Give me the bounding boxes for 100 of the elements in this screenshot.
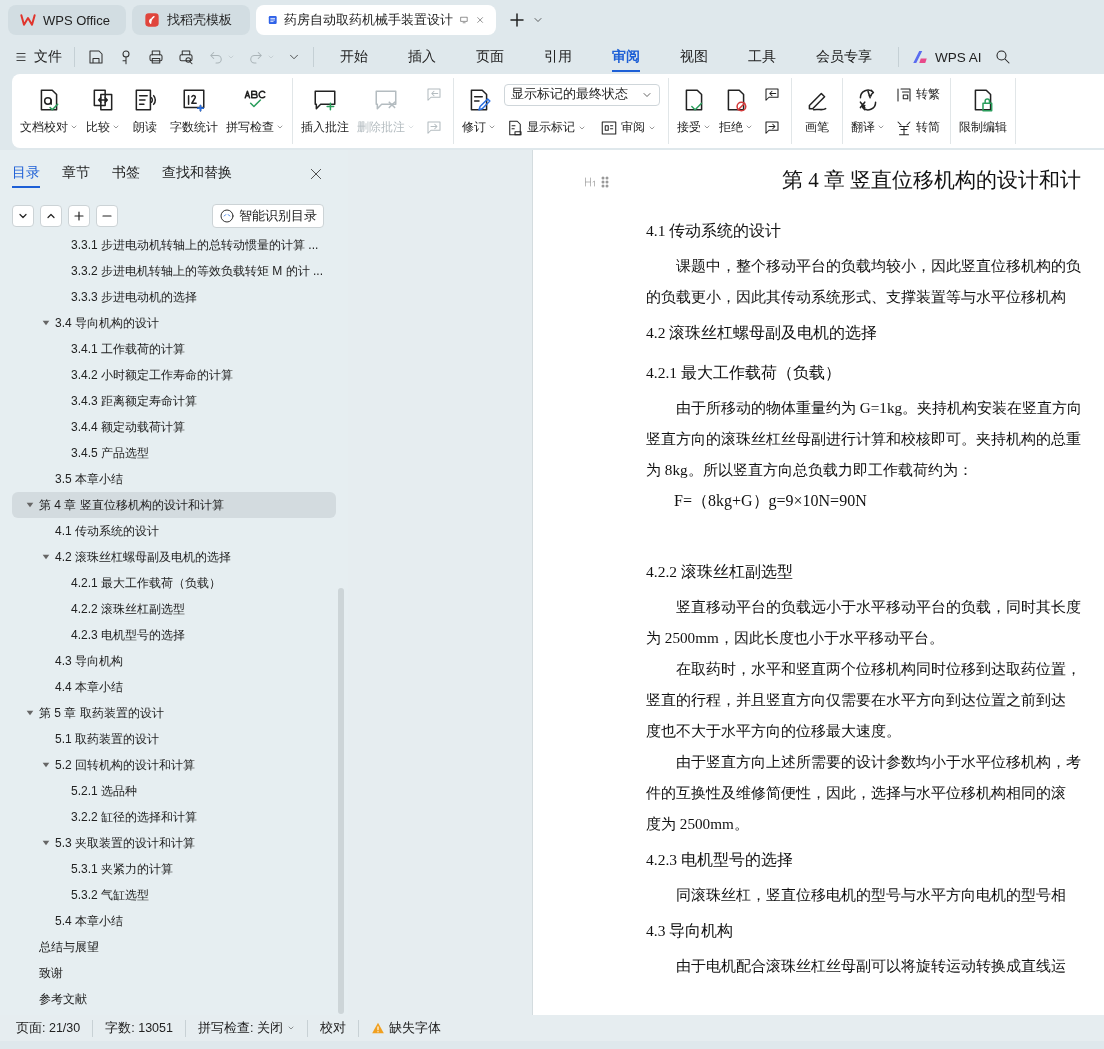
outline-item[interactable]: 3.4.5 产品选型 — [12, 440, 336, 466]
app-tab[interactable]: 找稻壳模板 — [132, 5, 250, 35]
section-heading: 4.1 传动系统的设计 — [646, 221, 782, 239]
ribbon-button[interactable]: 修订 — [458, 78, 500, 144]
app-tab[interactable]: 药房自动取药机械手装置设计 — [256, 5, 496, 35]
caret-icon — [112, 123, 120, 131]
drag-handle-icon — [601, 175, 609, 189]
ribbon-button[interactable]: 转简 — [893, 116, 942, 139]
outline-item[interactable]: 3.3.3 步进电动机的选择 — [12, 284, 336, 310]
paragraph-line: 由于所移动的物体重量约为 G=1kg。夹持机构安装在竖直方向 — [676, 399, 1083, 416]
panel-tab[interactable]: 目录 — [12, 160, 40, 188]
ribbon-button[interactable]: 转繁 — [893, 83, 942, 106]
outline-item[interactable]: 第 4 章 竖直位移机构的设计和计算 — [12, 492, 336, 518]
heading-marker-icon — [583, 176, 597, 188]
outline-item[interactable]: 4.2.3 电机型号的选择 — [12, 622, 336, 648]
ribbon-button[interactable]: 审阅 — [598, 116, 658, 139]
outline-item[interactable]: 4.2.2 滚珠丝杠副选型 — [12, 596, 336, 622]
search-icon — [993, 48, 1012, 66]
paragraph-line: 竖直的行程，并且竖直方向仅需要在水平方向到达位置之前到达 — [646, 691, 1066, 708]
menu-tab[interactable]: 引用 — [530, 42, 586, 72]
outline-item[interactable]: 5.2.1 选品种 — [12, 778, 336, 804]
missing-font-label[interactable]: 缺失字体 — [388, 1019, 441, 1037]
markup-dropdown[interactable]: 显示标记的最终状态 — [504, 83, 660, 106]
outline-item[interactable]: 3.2.2 缸径的选择和计算 — [12, 804, 336, 830]
outline-item[interactable]: 5.4 本章小结 — [12, 908, 336, 934]
ribbon-button[interactable]: 朗读 — [124, 78, 166, 144]
next-comment-icon — [425, 118, 443, 137]
smart-toc-button[interactable]: 智能识别目录 — [212, 204, 324, 228]
outline-item[interactable]: 3.4 导向机构的设计 — [12, 310, 336, 336]
menu-tab[interactable]: 开始 — [326, 42, 382, 72]
outline-item[interactable]: 4.2.1 最大工作载荷（负载） — [12, 570, 336, 596]
paragraph-line: 竖直方向的滚珠丝杠丝母副进行计算和校核即可。夹持机构的总重 — [646, 430, 1081, 447]
expanded-triangle-icon — [42, 839, 50, 847]
expand-button[interactable] — [12, 205, 34, 227]
ribbon-button[interactable]: 字数统计 — [166, 78, 222, 144]
scrollbar-thumb[interactable] — [338, 588, 344, 1014]
spell-check-status[interactable]: 拼写检查: 关闭 — [185, 1019, 308, 1037]
outline-item[interactable]: 4.3 导向机构 — [12, 648, 336, 674]
paragraph-line: 同滚珠丝杠，竖直位移电机的型号与水平方向电机的型号相 — [676, 886, 1066, 903]
outline-item[interactable]: 3.5 本章小结 — [12, 466, 336, 492]
save-icon — [87, 48, 105, 66]
caret-icon — [407, 123, 415, 131]
page-count: 页面: 21/30 — [14, 1019, 94, 1037]
outline-item[interactable]: 3.3.1 步进电动机转轴上的总转动惯量的计算 ... — [12, 232, 336, 258]
paragraph-line: 为 8kg。所以竖直方向总负载力即工作载荷约为： — [646, 461, 973, 478]
expanded-triangle-icon — [42, 553, 50, 561]
ribbon-button[interactable]: 接受 — [673, 78, 715, 144]
outline-item[interactable]: 总结与展望 — [12, 934, 336, 960]
menu-tab[interactable]: 工具 — [734, 42, 790, 72]
remove-button[interactable] — [96, 205, 118, 227]
ribbon-button[interactable]: 拼写检查 — [222, 78, 288, 144]
menu-tab[interactable]: 插入 — [394, 42, 450, 72]
plus-icon — [508, 11, 526, 29]
add-button[interactable] — [68, 205, 90, 227]
outline-item[interactable]: 第 5 章 取药装置的设计 — [12, 700, 336, 726]
caret-icon — [70, 123, 78, 131]
section-heading: 4.2.1 最大工作载荷（负载） — [646, 363, 841, 381]
app-tab[interactable]: WPS Office — [8, 5, 126, 35]
warning-icon — [370, 1021, 385, 1035]
outline-item[interactable]: 5.3.2 气缸选型 — [12, 882, 336, 908]
outline-item[interactable]: 参考文献 — [12, 986, 336, 1012]
outline-item[interactable]: 5.1 取药装置的设计 — [12, 726, 336, 752]
menu-tab[interactable]: 视图 — [666, 42, 722, 72]
expanded-triangle-icon — [42, 319, 50, 327]
outline-item[interactable]: 3.3.2 步进电机转轴上的等效负载转矩 M 的计 ... — [12, 258, 336, 284]
outline-item[interactable]: 4.1 传动系统的设计 — [12, 518, 336, 544]
outline-item[interactable]: 3.4.4 额定动载荷计算 — [12, 414, 336, 440]
ribbon-button[interactable]: 翻译 — [847, 78, 889, 144]
ribbon-button[interactable]: 拒绝 — [715, 78, 757, 144]
file-menu[interactable]: 文件 — [14, 48, 62, 66]
panel-tab[interactable]: 书签 — [112, 160, 140, 188]
wps-ai-button[interactable]: WPS AI — [911, 48, 982, 66]
ribbon-button[interactable]: 画笔 — [796, 78, 838, 144]
print-icon — [147, 48, 165, 66]
ribbon-button[interactable]: 插入批注 — [297, 78, 353, 144]
template-logo-icon — [144, 12, 160, 28]
outline-item[interactable]: 5.3 夹取装置的设计和计算 — [12, 830, 336, 856]
ribbon-button[interactable]: 限制编辑 — [955, 78, 1011, 144]
panel-tab[interactable]: 章节 — [62, 160, 90, 188]
outline-item[interactable]: 3.4.3 距离额定寿命计算 — [12, 388, 336, 414]
word-count[interactable]: 字数: 13051 — [93, 1019, 186, 1037]
outline-item[interactable]: 5.2 回转机构的设计和计算 — [12, 752, 336, 778]
outline-item[interactable]: 5.3.1 夹紧力的计算 — [12, 856, 336, 882]
collapse-button[interactable] — [40, 205, 62, 227]
ribbon-button[interactable]: 文档校对 — [16, 78, 82, 144]
outline-item[interactable]: 4.2 滚珠丝杠螺母副及电机的选择 — [12, 544, 336, 570]
outline-item[interactable]: 致谢 — [12, 960, 336, 986]
outline-item[interactable]: 3.4.1 工作载荷的计算 — [12, 336, 336, 362]
menu-tab[interactable]: 会员专享 — [802, 42, 886, 72]
panel-tab[interactable]: 查找和替换 — [162, 160, 232, 188]
proofread-button[interactable]: 校对 — [307, 1019, 359, 1037]
review-pane-icon — [600, 118, 618, 137]
paragraph-line: 由于电机配合滚珠丝杠丝母副可以将旋转运动转换成直线运 — [676, 957, 1066, 974]
outline-item[interactable]: 4.4 本章小结 — [12, 674, 336, 700]
menu-tab[interactable]: 页面 — [462, 42, 518, 72]
outline-item[interactable]: 3.4.2 小时额定工作寿命的计算 — [12, 362, 336, 388]
ribbon-button[interactable]: 显示标记 — [504, 116, 588, 139]
ribbon-button[interactable]: 比较 — [82, 78, 124, 144]
paragraph-line: 度也不大于水平方向的位移最大速度。 — [646, 722, 901, 739]
menu-tab[interactable]: 审阅 — [598, 42, 654, 72]
